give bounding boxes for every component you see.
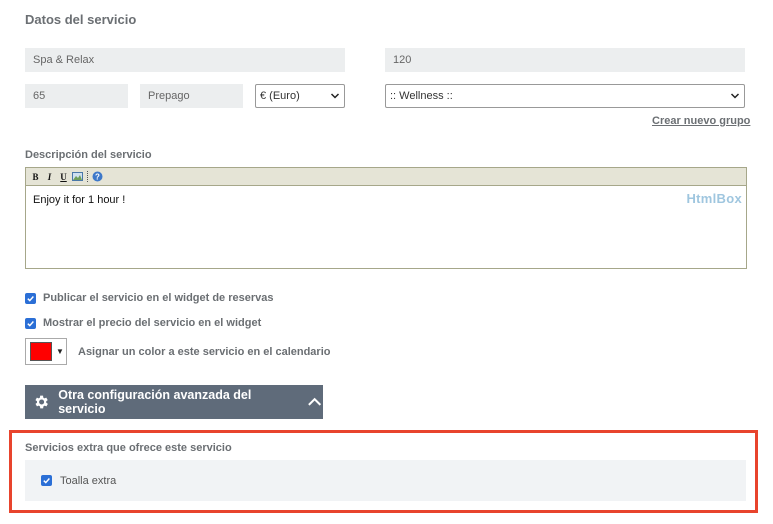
extras-panel: Toalla extra	[25, 460, 746, 501]
show-price-option[interactable]: Mostrar el precio del servicio en el wid…	[25, 317, 261, 329]
insert-image-button[interactable]	[71, 170, 84, 183]
color-swatch	[30, 342, 52, 361]
italic-button[interactable]: I	[43, 170, 56, 183]
new-group-link[interactable]: Crear nuevo grupo	[652, 115, 750, 127]
currency-select[interactable]: € (Euro)	[255, 84, 345, 108]
image-icon	[72, 172, 83, 181]
checkmark-icon	[27, 295, 34, 302]
color-picker[interactable]: ▼	[25, 338, 67, 365]
toolbar-separator	[87, 171, 88, 182]
chevron-up-icon	[307, 397, 321, 406]
chevron-down-icon	[730, 93, 740, 99]
description-editor[interactable]: B I U ? Enjoy it for 1 hour ! HtmlBox	[25, 167, 747, 269]
section-title: Datos del servicio	[25, 12, 137, 27]
group-select[interactable]: :: Wellness ::	[385, 84, 745, 108]
publish-widget-checkbox[interactable]	[25, 292, 36, 304]
editor-toolbar: B I U ?	[26, 168, 746, 186]
description-label: Descripción del servicio	[25, 149, 152, 161]
extras-title: Servicios extra que ofrece este servicio	[25, 442, 232, 454]
htmlbox-logo: HtmlBox	[686, 191, 742, 206]
group-select-value: :: Wellness ::	[390, 90, 453, 102]
help-button[interactable]: ?	[91, 170, 104, 183]
checkmark-icon	[43, 478, 50, 484]
svg-text:?: ?	[95, 172, 100, 181]
checkmark-icon	[27, 320, 34, 327]
duration-input[interactable]: 120	[385, 48, 745, 72]
currency-select-value: € (Euro)	[260, 90, 300, 102]
editor-content-area[interactable]: Enjoy it for 1 hour ! HtmlBox	[26, 186, 746, 269]
show-price-label: Mostrar el precio del servicio en el wid…	[43, 317, 262, 329]
advanced-config-button[interactable]: Otra configuración avanzada del servicio	[25, 385, 323, 419]
publish-widget-label: Publicar el servicio en el widget de res…	[43, 292, 274, 304]
payment-type-input[interactable]: Prepago	[140, 84, 243, 108]
extra-towel-label: Toalla extra	[60, 474, 117, 487]
color-label: Asignar un color a este servicio en el c…	[78, 346, 331, 358]
price-input[interactable]: 65	[25, 84, 128, 108]
bold-button[interactable]: B	[29, 170, 42, 183]
editor-content: Enjoy it for 1 hour !	[33, 194, 126, 206]
show-price-checkbox[interactable]	[25, 317, 36, 329]
advanced-config-label: Otra configuración avanzada del servicio	[58, 388, 252, 416]
gear-icon	[35, 395, 48, 409]
dropdown-arrow-icon: ▼	[56, 347, 64, 356]
publish-widget-option[interactable]: Publicar el servicio en el widget de res…	[25, 292, 274, 304]
underline-button[interactable]: U	[57, 170, 70, 183]
extra-towel-checkbox[interactable]	[41, 475, 52, 486]
chevron-down-icon	[330, 93, 340, 99]
service-name-input[interactable]: Spa & Relax	[25, 48, 345, 72]
help-icon: ?	[92, 171, 103, 182]
